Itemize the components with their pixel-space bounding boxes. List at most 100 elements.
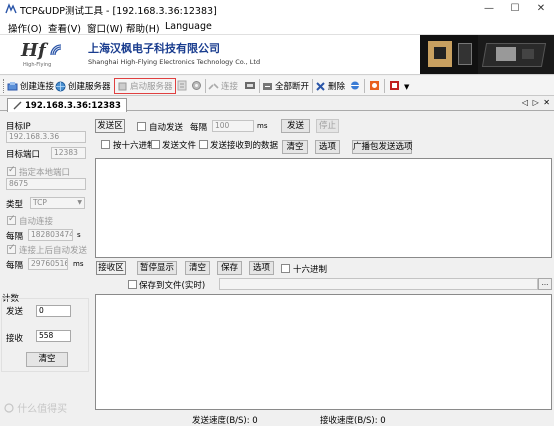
send-received-checkbox[interactable] <box>199 140 208 149</box>
browse-file-button[interactable]: ... <box>538 278 552 290</box>
pause-display-button[interactable]: 暂停显示 <box>137 261 177 275</box>
connection-tab-bar: 192.168.3.36:12383 ◁ ▷ ✕ <box>0 97 554 112</box>
connection-tab[interactable]: 192.168.3.36:12383 <box>7 98 127 112</box>
auto-send-after-connect-label: 连接上后自动发送 <box>19 246 88 256</box>
disconnect-all-button[interactable]: 全部断开 <box>262 79 309 93</box>
send-received-label: 发送接收到的数据 <box>210 141 279 151</box>
auto-connect-interval-label: 每隔 <box>6 232 24 242</box>
clear-count-button[interactable]: 清空 <box>26 352 68 367</box>
logo-subtext: High-Flying <box>23 62 52 68</box>
toolbar-overflow-icon[interactable]: ▼ <box>404 83 409 91</box>
auto-connect-interval-unit: s <box>77 231 81 239</box>
watermark-logo-icon <box>4 403 14 413</box>
specify-local-port-checkbox[interactable] <box>7 165 16 176</box>
chevron-down-icon: ▼ <box>77 199 82 206</box>
help-book-icon[interactable] <box>389 80 400 91</box>
wifi-signal-icon <box>50 44 62 56</box>
start-server-icon <box>118 82 127 90</box>
menu-window[interactable]: 窗口(W) <box>87 21 123 35</box>
company-banner: Hf High-Flying 上海汉枫电子科技有限公司 Shanghai Hig… <box>0 35 554 75</box>
close-button[interactable]: ✕ <box>528 0 554 18</box>
disconnect-all-icon <box>263 82 272 90</box>
settings-gear-icon[interactable] <box>191 80 202 91</box>
recv-options-button[interactable]: 选项 <box>249 261 274 275</box>
disconnect-all-label: 全部断开 <box>275 82 310 92</box>
send-textarea[interactable] <box>95 158 552 258</box>
auto-connect-interval-field[interactable]: 182803474 <box>28 229 73 241</box>
minimize-button[interactable]: — <box>476 0 502 18</box>
toolbar-separator <box>364 79 365 93</box>
save-file-path-field[interactable] <box>219 278 538 290</box>
save-to-file-label: 保存到文件(实时) <box>139 281 206 291</box>
recv-speed-status: 接收速度(B/S): 0 <box>320 416 386 426</box>
title-bar: TCP&UDP测试工具 - [192.168.3.36:12383] — ☐ ✕ <box>0 0 554 18</box>
type-select-value: TCP <box>33 198 47 207</box>
stop-button[interactable]: 停止 <box>316 119 339 133</box>
local-port-field[interactable]: 8675 <box>6 178 86 190</box>
recv-save-button[interactable]: 保存 <box>217 261 242 275</box>
auto-send-label: 自动发送 <box>149 123 184 133</box>
delete-button[interactable]: 删除 <box>315 79 345 93</box>
target-port-label: 目标端口 <box>6 150 41 160</box>
menu-language[interactable]: Language <box>165 21 212 32</box>
send-area-title: 发送区 <box>95 119 125 133</box>
connect-icon <box>208 82 219 90</box>
app-icon <box>5 3 17 14</box>
send-options-button[interactable]: 选项 <box>315 140 340 154</box>
network-icon[interactable] <box>349 80 361 91</box>
stop-icon[interactable] <box>177 80 187 91</box>
send-interval-field[interactable]: 100 <box>212 120 254 132</box>
menu-view[interactable]: 查看(V) <box>48 21 81 35</box>
delete-label: 删除 <box>328 82 346 92</box>
delete-x-icon <box>316 81 325 91</box>
record-icon[interactable] <box>369 80 380 91</box>
save-to-file-checkbox[interactable] <box>128 280 137 289</box>
send-count-field: 0 <box>36 305 71 317</box>
window-title: TCP&UDP测试工具 - [192.168.3.36:12383] <box>20 6 217 17</box>
module-photo-1 <box>420 35 478 74</box>
start-server-button[interactable]: 启动服务器 <box>114 78 176 94</box>
window-controls: — ☐ ✕ <box>476 0 554 18</box>
hex-display-checkbox[interactable] <box>281 264 290 273</box>
auto-connect-label: 自动连接 <box>19 217 54 227</box>
maximize-button[interactable]: ☐ <box>502 0 528 18</box>
broadcast-options-button[interactable]: 广播包发送选项 <box>352 140 413 154</box>
create-connection-button[interactable]: 创建连接 <box>7 79 54 93</box>
menu-bar: 操作(O) 查看(V) 窗口(W) 帮助(H) Language <box>0 18 554 35</box>
recv-textarea[interactable] <box>95 294 552 410</box>
auto-send-interval-label: 每隔 <box>6 261 24 271</box>
tab-navigation[interactable]: ◁ ▷ ✕ <box>522 98 551 107</box>
hex-send-checkbox[interactable] <box>101 140 110 149</box>
send-file-checkbox[interactable] <box>151 140 160 149</box>
auto-send-checkbox[interactable] <box>137 122 146 131</box>
main-panel: 目标IP 192.168.3.36 目标端口 12383 指定本地端口 8675… <box>0 112 554 422</box>
connect-button[interactable]: 连接 <box>208 79 238 93</box>
toolbar: 创建连接 创建服务器 启动服务器 连接 全部断开 删除 ▼ <box>0 76 554 96</box>
toolbar-grip <box>3 79 6 93</box>
auto-connect-checkbox[interactable] <box>7 214 16 225</box>
auto-send-interval-field[interactable]: 29760516 <box>28 258 68 270</box>
send-interval-label: 每隔 <box>190 123 208 133</box>
toolbar-separator <box>205 79 206 93</box>
auto-send-after-connect-checkbox[interactable] <box>7 243 16 254</box>
send-clear-button[interactable]: 清空 <box>282 140 308 154</box>
send-button[interactable]: 发送 <box>281 119 310 133</box>
disconnect-icon[interactable] <box>244 80 256 91</box>
toolbar-separator <box>259 79 260 93</box>
create-server-label: 创建服务器 <box>68 82 111 92</box>
tab-connection-icon <box>13 101 22 110</box>
target-ip-field[interactable]: 192.168.3.36 <box>6 131 86 143</box>
company-name-en: Shanghai High-Flying Electronics Technol… <box>88 58 261 66</box>
type-select[interactable]: TCP ▼ <box>30 197 85 209</box>
recv-clear-button[interactable]: 清空 <box>185 261 210 275</box>
send-interval-unit: ms <box>257 122 268 130</box>
start-server-label: 启动服务器 <box>130 82 173 92</box>
toolbar-separator <box>384 79 385 93</box>
menu-operate[interactable]: 操作(O) <box>8 21 42 35</box>
target-port-field[interactable]: 12383 <box>51 147 86 159</box>
menu-help[interactable]: 帮助(H) <box>126 21 160 35</box>
send-count-label: 发送 <box>6 307 24 317</box>
watermark-text: 什么值得买 <box>17 404 68 415</box>
module-photo-2 <box>478 35 554 74</box>
create-server-button[interactable]: 创建服务器 <box>55 79 111 93</box>
